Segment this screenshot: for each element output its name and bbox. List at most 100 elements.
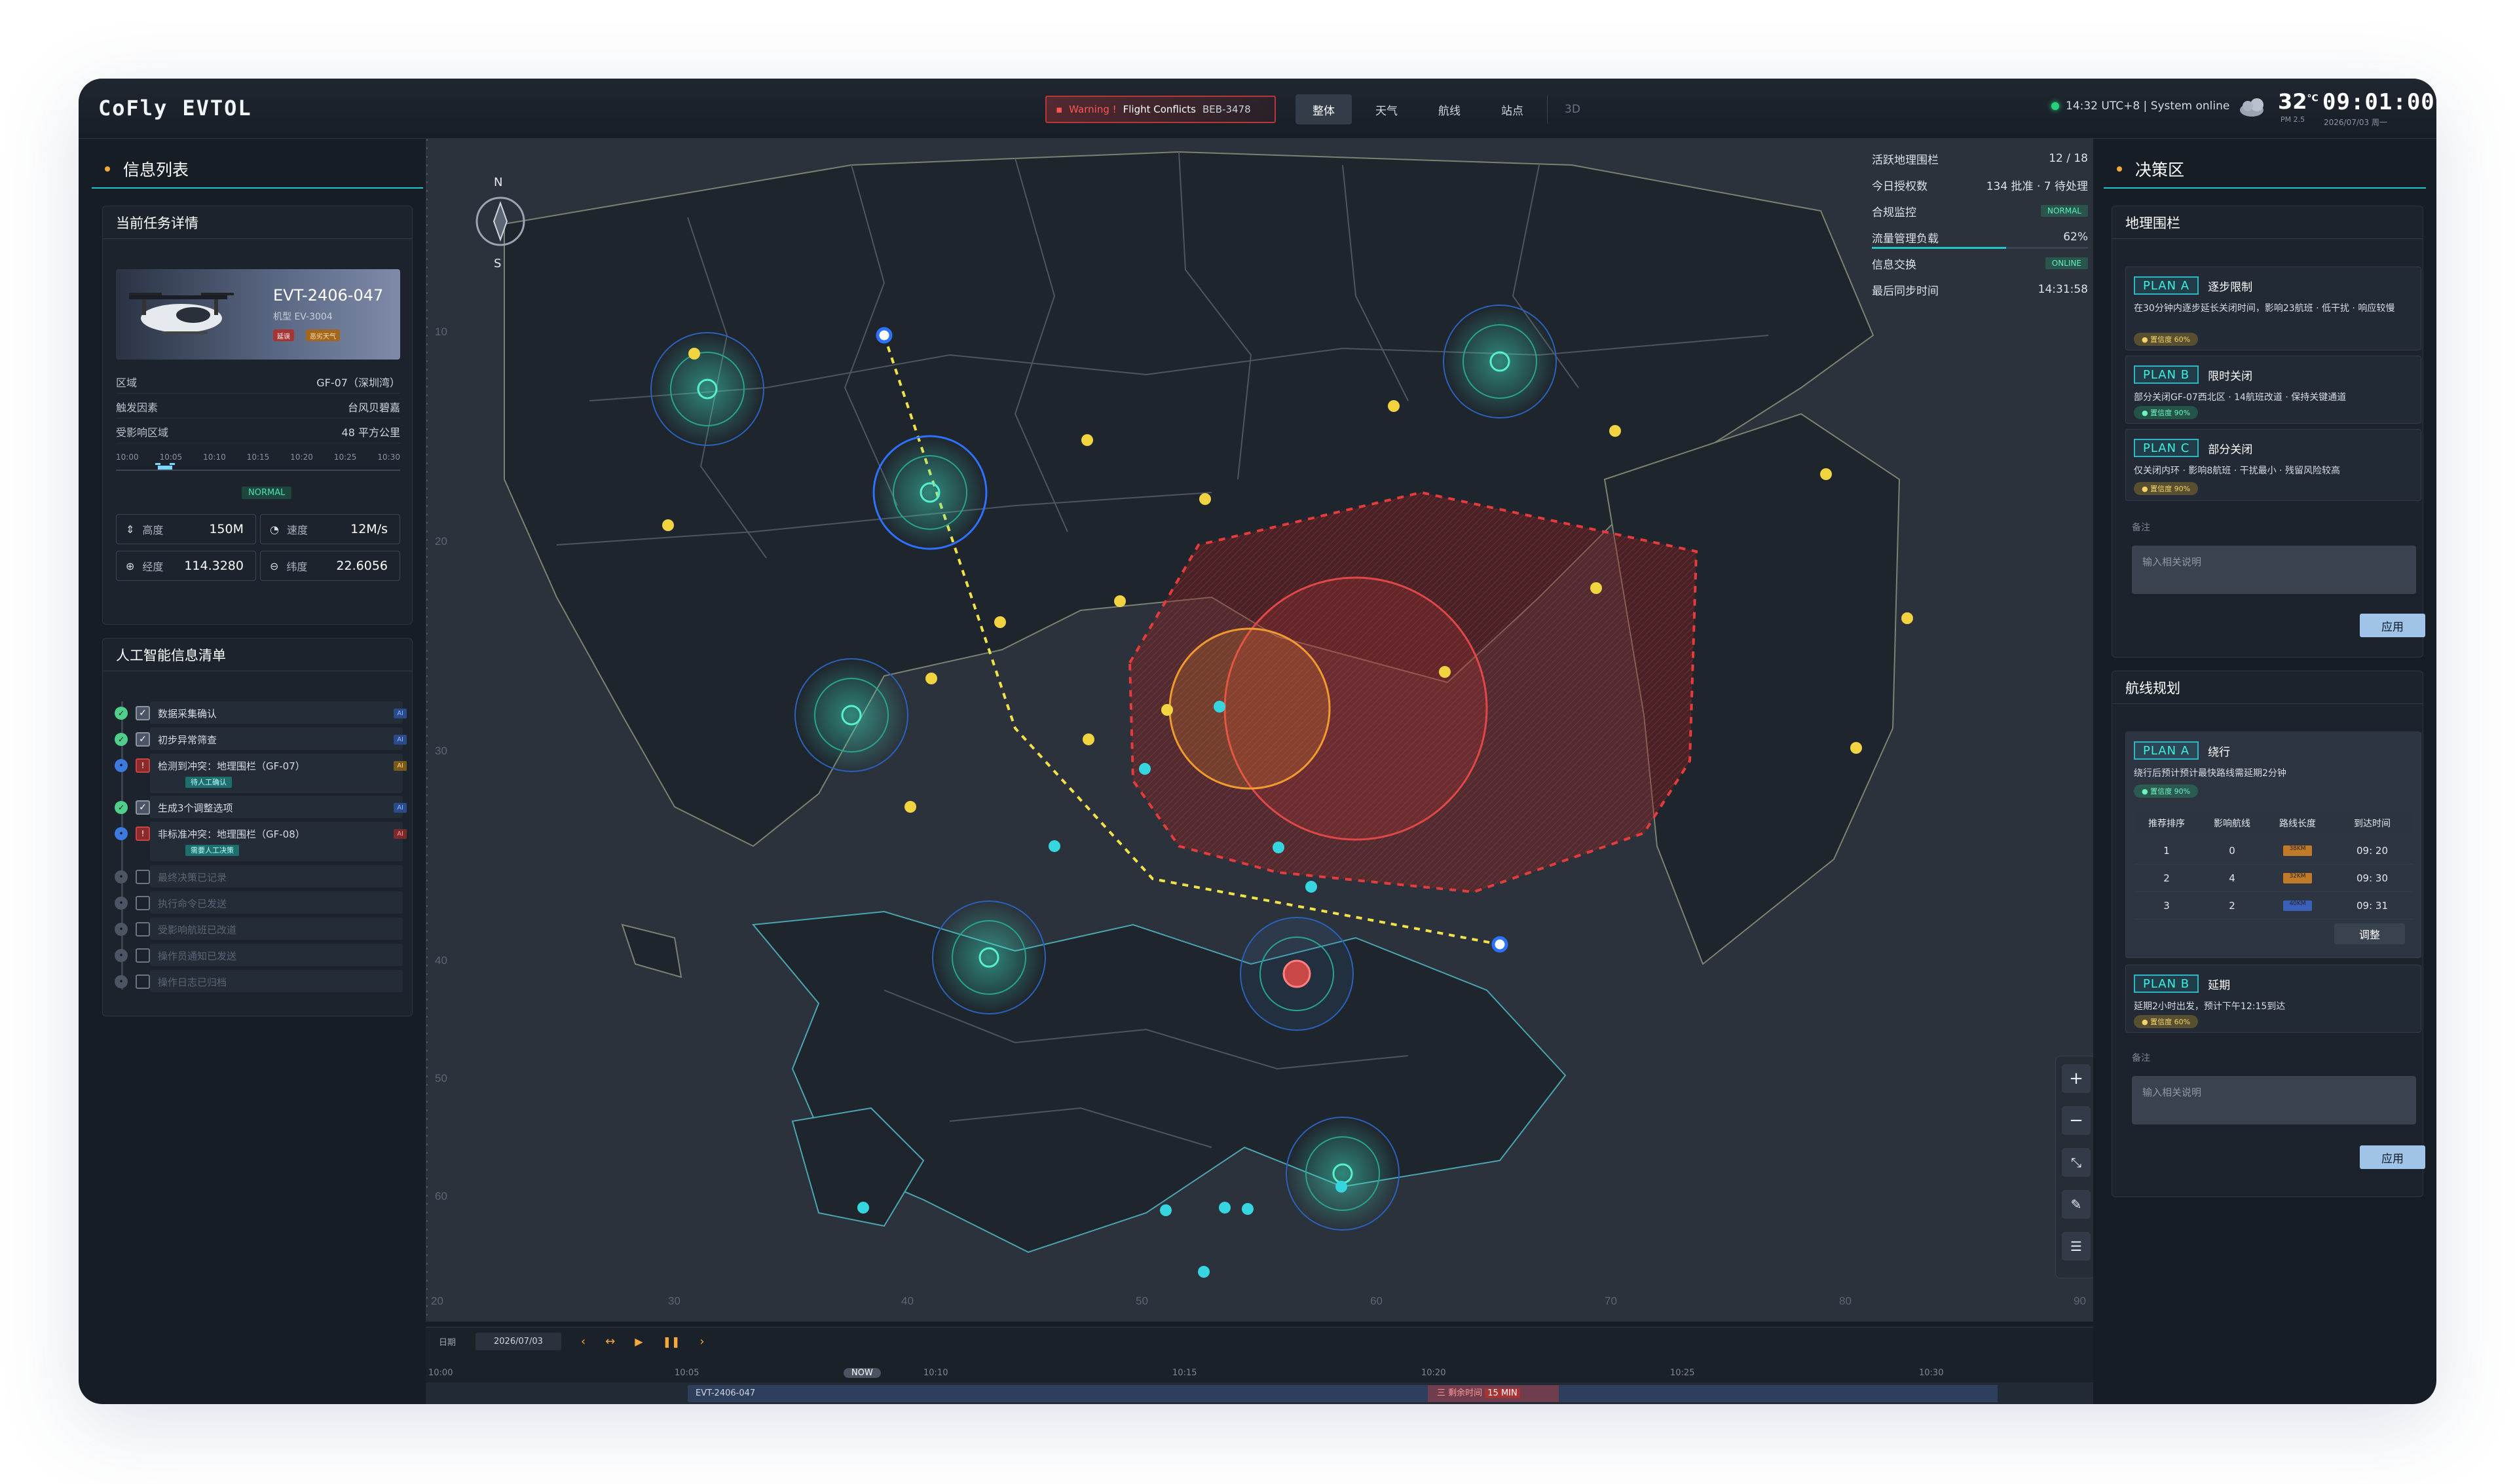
checkbox[interactable] [136,896,150,910]
tab-stations[interactable]: 站点 [1484,94,1540,124]
plan-badge: PLAN A [2134,741,2199,760]
zoom-out-button[interactable]: − [2062,1106,2091,1135]
checklist-item[interactable]: • 执行命令已发送 [115,891,407,915]
vertiport-marker[interactable] [1443,305,1557,418]
airspace-map[interactable]: 20 30 40 50 60 70 80 90 10 20 30 40 50 6… [426,139,2093,1322]
note-input[interactable]: 输入相关说明 [2132,546,2416,594]
vertiport-marker-alert[interactable] [1240,917,1354,1031]
vertiport-marker[interactable] [1286,1117,1400,1231]
draw-button[interactable]: ✎ [2062,1190,2091,1219]
zoom-in-button[interactable]: + [2062,1064,2091,1093]
track-id: EVT-2406-047 [696,1388,756,1398]
flight-track-bar[interactable]: EVT-2406-047 [688,1385,1998,1402]
plan-badge: PLAN B [2134,365,2199,384]
vertiport-marker[interactable] [872,435,988,550]
tab-weather[interactable]: 天气 [1358,94,1415,124]
geofence-plan-b[interactable]: PLAN B 限时关闭 部分关闭GF-07西北区 · 14航班改道 · 保持关键通… [2125,356,2421,424]
fit-view-button[interactable]: ⤡ [2062,1148,2091,1177]
alert-icon: ! [136,826,150,841]
vertiport-marker[interactable] [650,332,764,446]
adjust-button[interactable]: 调整 [2334,923,2405,944]
apply-route-button[interactable]: 应用 [2360,1145,2425,1169]
evtol-aircraft-icon [129,293,234,334]
checklist-item[interactable]: ✓ ✓ 数据采集确认 AI [115,701,407,725]
view-tabs: 整体 天气 航线 站点 3D [1295,94,1597,124]
speed-gauge-icon: ◔ [270,523,279,536]
now-marker[interactable]: NOW [844,1368,881,1378]
globe-icon: ⊕ [126,559,135,572]
map-canvas[interactable]: 20 30 40 50 60 70 80 90 10 20 30 40 50 6… [426,139,2093,1322]
route-plan-b[interactable]: PLAN B 延期 延期2小时出发，预计下午12:15到达 ● 置信度 60% [2125,965,2421,1033]
timeline-tick: 10:15 [246,453,270,462]
rewind-icon[interactable]: ↔ [605,1335,615,1348]
checklist-item[interactable]: ✓ ✓ 初步异常筛查 AI [115,728,407,751]
weather-tag: 恶劣天气 [306,329,340,341]
left-panel: 信息列表 当前任务详情 EVT-2406-047 机型 EV-3004 延误 恶… [92,151,423,1404]
warning-icon: ▪ [1056,103,1063,115]
pause-icon[interactable]: ❚❚ [663,1335,680,1348]
affected-cell: 2 [2229,899,2235,912]
prev-icon[interactable]: ‹ [581,1335,586,1348]
status-value: 62% [2063,231,2088,244]
checklist-item[interactable]: • ! 检测到冲突：地理围栏（GF-07） AI [115,754,407,777]
ai-tag: AI [394,734,407,745]
tab-3d[interactable]: 3D [1547,94,1597,124]
confidence-badge: ● 置信度 60% [2134,1015,2199,1028]
geofence-plan-a[interactable]: PLAN A 逐步限制 在30分钟内逐步延长关闭时间，影响23航班 · 低干扰 ·… [2125,267,2421,350]
tab-routes[interactable]: 航线 [1421,94,1478,124]
geofence-plan-c[interactable]: PLAN C 部分关闭 仅关闭内环 · 影响8航班 · 干扰最小 · 残留风险较高… [2125,429,2421,501]
checkbox[interactable]: ✓ [136,800,150,815]
checkbox[interactable] [136,948,150,963]
table-row[interactable]: 1 0 38KM 09: 20 [2134,837,2414,864]
drone-marker-icon [155,463,175,470]
checklist-item[interactable]: • 操作员通知已发送 [115,944,407,967]
vertiport-marker[interactable] [794,658,908,772]
column-header: 影响航线 [2214,819,2250,829]
route-end-marker[interactable] [1491,936,1508,953]
vertiport-marker[interactable] [932,900,1046,1014]
table-row[interactable]: 3 2 40KM 09: 31 [2134,892,2414,919]
aircraft-image: EVT-2406-047 机型 EV-3004 延误 恶劣天气 [116,269,400,360]
apply-geofence-button[interactable]: 应用 [2360,614,2425,637]
plan-description: 绕行后预计预计最快路线需延期2分钟 [2134,768,2286,779]
geofence-header: 地理围栏 [2112,206,2423,239]
note-input[interactable]: 输入相关说明 [2132,1076,2416,1124]
checkbox[interactable] [136,974,150,989]
temperature-value: 32 [2278,89,2307,114]
warning-zone-circle[interactable] [1168,627,1331,790]
plan-description: 仅关闭内环 · 影响8航班 · 干扰最小 · 残留风险较高 [2134,466,2340,476]
conflict-window[interactable]: 三 剩余时间 15 MIN [1428,1385,1559,1402]
checklist-item[interactable]: • ! 非标准冲突：地理围栏（GF-08） AI [115,822,407,845]
status-label: 今日授权数 [1872,179,1928,193]
length-cell: 38KM [2283,845,2312,856]
route-start-marker[interactable] [876,327,893,344]
checkbox[interactable] [136,922,150,937]
online-dot-icon [2051,102,2059,110]
table-row[interactable]: 2 4 32KM 09: 30 [2134,864,2414,892]
status-value: 12 / 18 [2049,152,2088,165]
speed-value: 12M/s [350,522,388,536]
checklist-item[interactable]: • 操作日志已归档 [115,970,407,993]
compass[interactable]: N S [474,176,527,274]
route-plan-a[interactable]: PLAN A 绕行 绕行后预计预计最快路线需延期2分钟 ● 置信度 90% 推荐排… [2125,732,2421,958]
affected-cell: 4 [2229,872,2235,884]
checklist-item[interactable]: • 最终决策已记录 [115,865,407,889]
next-icon[interactable]: › [699,1335,704,1348]
pending-circle-icon: • [115,923,128,936]
flight-conflict-warning[interactable]: ▪ Warning ! Flight Conflicts BEB-3478 [1045,96,1276,123]
checkbox[interactable]: ✓ [136,706,150,720]
checkbox[interactable]: ✓ [136,732,150,747]
play-icon[interactable]: ▶ [635,1335,643,1348]
checklist-item[interactable]: • 受影响航班已改道 [115,918,407,941]
tab-overall[interactable]: 整体 [1295,94,1352,124]
region-label: 区域 [116,376,138,389]
status-label: 活跃地理围栏 [1872,153,1939,167]
layers-button[interactable]: ☰ [2062,1232,2091,1261]
timeline-tick: 10:00 [116,453,139,462]
checklist-item[interactable]: ✓ ✓ 生成3个调整选项 AI [115,796,407,819]
ai-checklist-card: 人工智能信息清单 ✓ ✓ 数据采集确认 AI ✓ ✓ 初步异常筛查 AI • !… [102,638,413,1016]
checkbox[interactable] [136,870,150,884]
date-picker[interactable]: 2026/07/03 [475,1333,561,1350]
manual-decision-label: 需要人工决策 [185,845,239,856]
mission-details-header: 当前任务详情 [103,206,412,239]
